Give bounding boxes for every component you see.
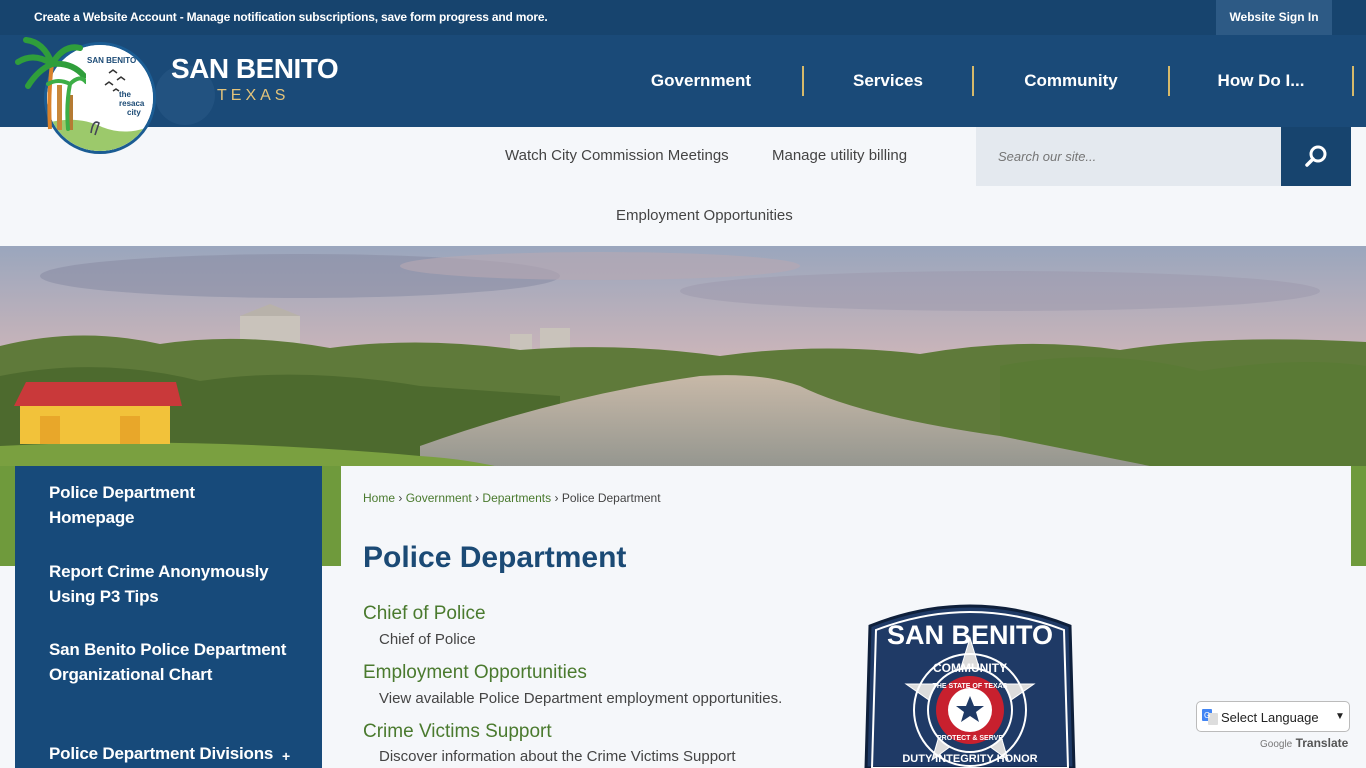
nav-divider xyxy=(1352,66,1354,96)
google-translate-icon: G xyxy=(1202,709,1218,725)
nav-government[interactable]: Government xyxy=(600,35,802,127)
link-chief-of-police[interactable]: Chief of Police xyxy=(363,603,486,625)
search-input[interactable] xyxy=(976,127,1281,186)
svg-text:THE STATE OF TEXAS: THE STATE OF TEXAS xyxy=(933,683,1008,690)
breadcrumb-separator: › xyxy=(398,491,403,505)
sidebar-item-police-homepage[interactable]: Police Department Homepage xyxy=(49,480,279,530)
svg-text:city: city xyxy=(127,108,141,117)
breadcrumb-separator: › xyxy=(554,491,559,505)
palm-trees-icon xyxy=(15,37,86,131)
link-desc-chief: Chief of Police xyxy=(379,631,476,648)
link-employment-opportunities[interactable]: Employment Opportunities xyxy=(363,662,587,684)
sidebar-item-report-crime[interactable]: Report Crime Anonymously Using P3 Tips xyxy=(49,559,289,609)
nav-services[interactable]: Services xyxy=(804,35,972,127)
search-box xyxy=(976,127,1281,186)
svg-text:the: the xyxy=(119,90,132,99)
nav-community[interactable]: Community xyxy=(974,35,1168,127)
sidebar-item-divisions[interactable]: Police Department Divisions xyxy=(49,741,289,766)
quicklink-utility-billing[interactable]: Manage utility billing xyxy=(772,147,907,164)
breadcrumb-current: Police Department xyxy=(561,491,661,505)
expand-plus-icon[interactable]: + xyxy=(282,748,290,764)
quicklink-commission-meetings[interactable]: Watch City Commission Meetings xyxy=(505,147,729,164)
breadcrumb-government[interactable]: Government xyxy=(406,491,472,505)
create-account-link[interactable]: Create a Website Account - Manage notifi… xyxy=(34,10,548,24)
svg-text:PROTECT & SERVE: PROTECT & SERVE xyxy=(937,735,1003,742)
translate-label: Translate xyxy=(1295,736,1349,750)
site-subtitle: TEXAS xyxy=(217,87,290,104)
search-icon xyxy=(1305,145,1327,167)
svg-text:SAN BENITO: SAN BENITO xyxy=(87,56,136,65)
link-desc-employment: View available Police Department employm… xyxy=(379,690,783,707)
quicklink-employment[interactable]: Employment Opportunities xyxy=(616,207,793,224)
sidebar-item-org-chart[interactable]: San Benito Police Department Organizatio… xyxy=(49,637,289,687)
powered-by-google-translate[interactable]: Google Translate xyxy=(1260,736,1348,750)
page-title: Police Department xyxy=(363,541,627,574)
svg-text:COMMUNITY: COMMUNITY xyxy=(933,661,1007,675)
chevron-down-icon: ▼ xyxy=(1335,711,1345,722)
language-select-label: Select Language xyxy=(1221,710,1319,725)
breadcrumb-departments[interactable]: Departments xyxy=(482,491,551,505)
utility-bar: Create a Website Account - Manage notifi… xyxy=(0,0,1366,35)
google-brand: Google xyxy=(1260,739,1293,750)
breadcrumb-separator: › xyxy=(475,491,480,505)
nav-how-do-i[interactable]: How Do I... xyxy=(1170,35,1352,127)
search-button[interactable] xyxy=(1281,127,1351,186)
main-navigation: Government Services Community How Do I..… xyxy=(600,35,1354,127)
language-select[interactable]: G Select Language ▼ xyxy=(1196,701,1350,732)
link-crime-victims-support[interactable]: Crime Victims Support xyxy=(363,721,552,743)
svg-text:DUTY INTEGRITY HONOR: DUTY INTEGRITY HONOR xyxy=(902,753,1037,765)
breadcrumb: Home › Government › Departments › Police… xyxy=(363,491,661,505)
website-sign-in-button[interactable]: Website Sign In xyxy=(1216,0,1332,35)
svg-text:G: G xyxy=(1204,711,1210,720)
police-badge-image: SAN BENITO COMMUNITY THE STATE OF TEXAS … xyxy=(864,604,1076,768)
breadcrumb-home[interactable]: Home xyxy=(363,491,395,505)
svg-text:resaca: resaca xyxy=(119,99,145,108)
site-title[interactable]: SAN BENITO xyxy=(171,53,339,85)
link-desc-crime-victims: Discover information about the Crime Vic… xyxy=(379,748,736,765)
